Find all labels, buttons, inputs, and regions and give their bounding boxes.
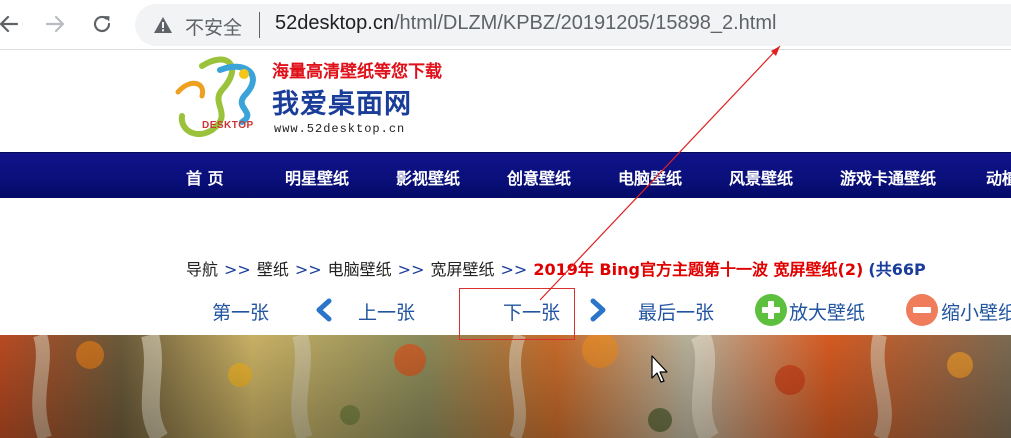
- browser-toolbar: 不安全 52desktop.cn/html/DLZM/KPBZ/20191205…: [0, 0, 1011, 50]
- nav-item-movie[interactable]: 影视壁纸: [396, 165, 460, 189]
- first-image-link[interactable]: 第一张: [212, 298, 269, 325]
- zoom-out-link[interactable]: 缩小壁纸: [941, 298, 1011, 325]
- nav-item-scenery[interactable]: 风景壁纸: [729, 165, 793, 189]
- breadcrumb-wallpaper[interactable]: 壁纸: [257, 260, 289, 279]
- breadcrumb: 导航 >> 壁纸 >> 电脑壁纸 >> 宽屏壁纸 >> 2019年 Bing官方主题第十一波 宽…: [186, 256, 926, 280]
- arrow-left-icon: [0, 15, 19, 33]
- url-host: 52desktop.cn: [275, 12, 394, 34]
- address-divider: [259, 12, 260, 38]
- main-nav: 首 页 明星壁纸 影视壁纸 创意壁纸 电脑壁纸 风景壁纸 游戏卡通壁纸 动植: [0, 152, 1011, 198]
- breadcrumb-separator: >>: [397, 260, 425, 279]
- warning-triangle-icon[interactable]: [153, 16, 173, 34]
- last-image-link[interactable]: 最后一张: [638, 298, 714, 325]
- url-path: /html/DLZM/KPBZ/20191205/15898_2.html: [393, 12, 777, 34]
- chevron-right-icon[interactable]: [588, 298, 608, 322]
- minus-bar: [913, 307, 931, 313]
- security-label[interactable]: 不安全: [185, 13, 242, 40]
- plus-circle-icon[interactable]: [755, 294, 787, 326]
- logo-desktop-text: DESKTOP: [202, 120, 254, 131]
- breadcrumb-computer[interactable]: 电脑壁纸: [328, 260, 392, 279]
- reload-button[interactable]: [87, 9, 117, 39]
- nav-item-animal-plant[interactable]: 动植: [986, 165, 1011, 189]
- reload-icon: [93, 15, 111, 33]
- address-bar[interactable]: 不安全 52desktop.cn/html/DLZM/KPBZ/20191205…: [135, 4, 1011, 46]
- breadcrumb-widescreen[interactable]: 宽屏壁纸: [430, 260, 494, 279]
- nav-item-computer[interactable]: 电脑壁纸: [618, 165, 682, 189]
- gallery-count: (共66P: [868, 260, 926, 279]
- gallery-title: 2019年 Bing官方主题第十一波 宽屏壁纸(2): [533, 260, 864, 279]
- prev-image-link[interactable]: 上一张: [358, 298, 415, 325]
- forward-button[interactable]: [40, 9, 70, 39]
- annotation-highlight-box: [459, 288, 575, 340]
- breadcrumb-separator: >>: [224, 260, 251, 279]
- nav-item-creative[interactable]: 创意壁纸: [507, 165, 571, 189]
- site-logo[interactable]: DESKTOP 海量高清壁纸等您下载 我爱桌面网 www.52desktop.c…: [172, 56, 482, 144]
- zoom-in-link[interactable]: 放大壁纸: [789, 298, 865, 325]
- breadcrumb-separator: >>: [294, 260, 322, 279]
- url-text[interactable]: 52desktop.cn/html/DLZM/KPBZ/20191205/158…: [275, 12, 776, 35]
- chevron-left-icon[interactable]: [314, 298, 334, 322]
- breadcrumb-separator: >>: [500, 260, 528, 279]
- logo-url: www.52desktop.cn: [274, 122, 406, 136]
- minus-circle-icon[interactable]: [906, 294, 938, 326]
- wallpaper-image[interactable]: [0, 335, 1011, 438]
- logo-slogan: 海量高清壁纸等您下载: [272, 62, 442, 82]
- back-button[interactable]: [0, 9, 24, 39]
- breadcrumb-nav-label: 导航: [186, 260, 219, 279]
- plus-bar-v: [768, 301, 774, 319]
- logo-site-name: 我爱桌面网: [272, 89, 412, 120]
- nav-item-game-cartoon[interactable]: 游戏卡通壁纸: [840, 165, 936, 189]
- nav-item-star[interactable]: 明星壁纸: [285, 165, 349, 189]
- arrow-right-icon: [45, 15, 65, 33]
- nav-item-home[interactable]: 首 页: [186, 165, 224, 189]
